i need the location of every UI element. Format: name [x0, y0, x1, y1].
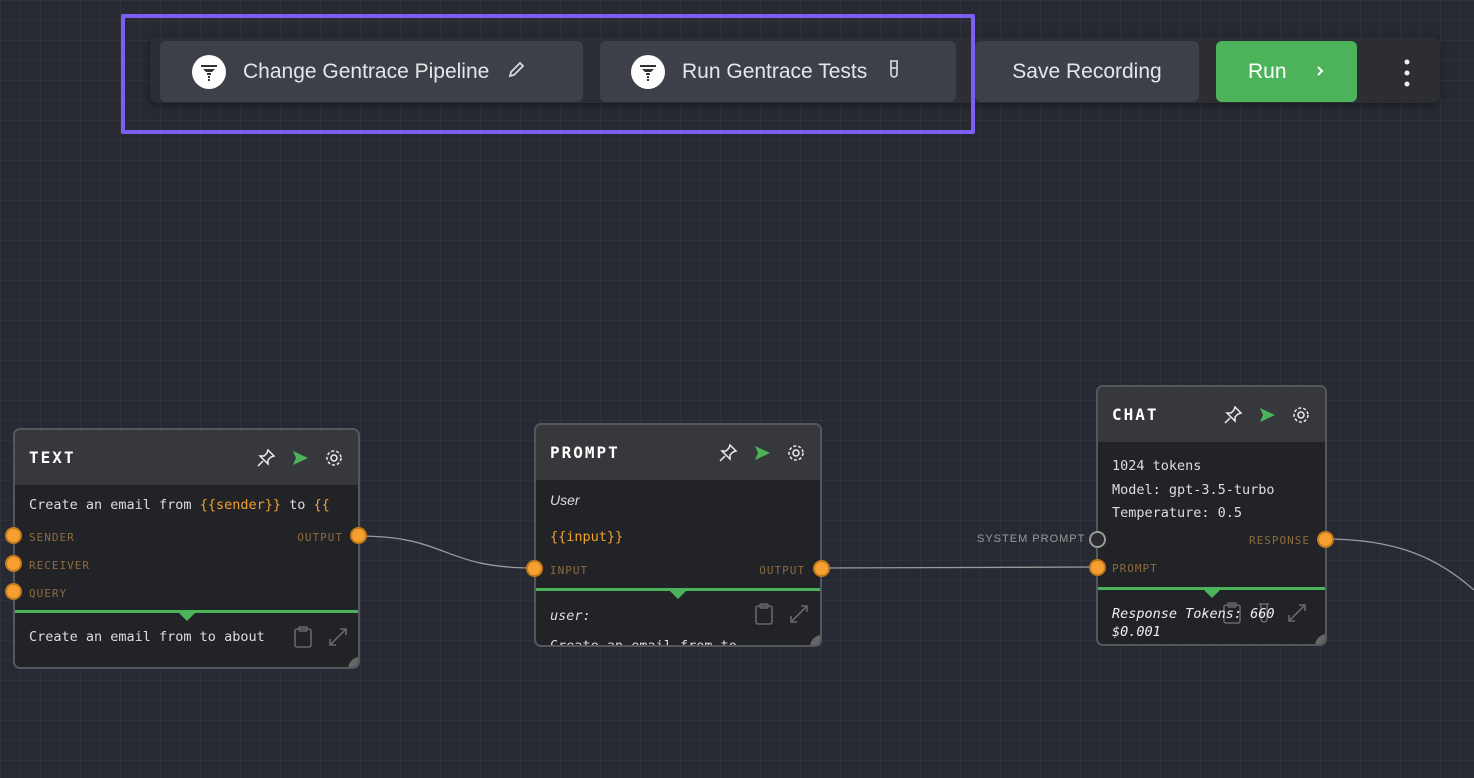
receiver-port[interactable] [5, 555, 22, 572]
text-output-port[interactable] [350, 527, 367, 544]
node-title: CHAT [1112, 405, 1159, 424]
port-sender-label: SENDER [29, 531, 75, 544]
query-port[interactable] [5, 583, 22, 600]
pin-icon[interactable] [718, 443, 738, 463]
send-icon[interactable] [1257, 405, 1277, 425]
gentrace-logo-icon [192, 54, 226, 89]
save-recording-label: Save Recording [1012, 59, 1162, 83]
system-prompt-label: SYSTEM PROMPT [977, 533, 1086, 545]
system-prompt-port[interactable] [1089, 531, 1106, 548]
expand-icon[interactable] [1286, 602, 1308, 624]
run-button[interactable]: Run [1216, 41, 1357, 102]
edge-text-to-prompt [357, 535, 536, 569]
port-receiver-label: RECEIVER [29, 559, 90, 572]
gentrace-logo-icon [631, 54, 665, 89]
text-template: Create an email from {{sender}} to {{ [15, 485, 358, 513]
sender-port[interactable] [5, 527, 22, 544]
expand-icon[interactable] [788, 603, 810, 625]
chat-node[interactable]: CHAT 1024 tokens Model: gpt-3.5-turbo Te… [1096, 385, 1327, 646]
prompt-role: User [550, 492, 580, 508]
node-title: PROMPT [550, 443, 620, 462]
preview-role: user: [550, 608, 591, 624]
change-pipeline-label: Change Gentrace Pipeline [243, 59, 490, 83]
test-tube-icon [887, 59, 901, 85]
response-cost: $0.001 [1112, 624, 1161, 640]
template-text: Create an email from [29, 497, 200, 513]
node-title: TEXT [29, 448, 76, 467]
chat-tokens: 1024 tokens [1112, 458, 1202, 474]
prompt-template: {{input}} [550, 529, 624, 545]
chat-prompt-port[interactable] [1089, 559, 1106, 576]
run-gentrace-tests-button[interactable]: Run Gentrace Tests [600, 41, 956, 102]
port-prompt-label: PROMPT [1112, 562, 1158, 575]
gear-icon[interactable] [324, 448, 344, 468]
port-output-label: OUTPUT [759, 564, 805, 577]
preview-text: Create an email from to [550, 638, 737, 647]
prompt-input-port[interactable] [526, 560, 543, 577]
save-recording-button[interactable]: Save Recording [975, 41, 1199, 102]
pin-icon[interactable] [1223, 405, 1243, 425]
chat-model: Model: gpt-3.5-turbo [1112, 481, 1275, 498]
port-input-label: INPUT [550, 564, 589, 577]
edge-chat-to-next [1324, 538, 1474, 591]
more-options-icon[interactable] [1398, 58, 1416, 88]
clipboard-icon[interactable] [754, 603, 774, 625]
run-label: Run [1248, 59, 1287, 83]
port-response-label: RESPONSE [1249, 534, 1310, 547]
run-tests-label: Run Gentrace Tests [682, 59, 868, 83]
expand-icon[interactable] [327, 626, 349, 648]
output-preview: Create an email from to about [29, 629, 265, 645]
port-query-label: QUERY [29, 587, 68, 600]
port-output-label: OUTPUT [297, 531, 343, 544]
pin-icon[interactable] [256, 448, 276, 468]
change-gentrace-pipeline-button[interactable]: Change Gentrace Pipeline [160, 41, 583, 102]
chat-temperature: Temperature: 0.5 [1112, 505, 1243, 521]
prompt-output-port[interactable] [813, 560, 830, 577]
prompt-node[interactable]: PROMPT User {{input}} INPUT OUTPUT user:… [534, 423, 822, 647]
send-icon[interactable] [752, 443, 772, 463]
template-text: to [280, 497, 314, 513]
template-variable: {{sender}} [199, 497, 281, 513]
text-node[interactable]: TEXT Create an email from {{sender}} to … [13, 428, 360, 669]
pencil-icon [507, 59, 527, 85]
template-variable: {{ [313, 497, 330, 513]
edge-prompt-to-chat [820, 566, 1098, 569]
gear-icon[interactable] [1291, 405, 1311, 425]
send-icon[interactable] [290, 448, 310, 468]
gear-icon[interactable] [786, 443, 806, 463]
response-tokens: Response Tokens: 660 [1112, 606, 1275, 622]
chevron-right-icon [1315, 60, 1325, 84]
chat-response-port[interactable] [1317, 531, 1334, 548]
clipboard-icon[interactable] [293, 626, 313, 648]
